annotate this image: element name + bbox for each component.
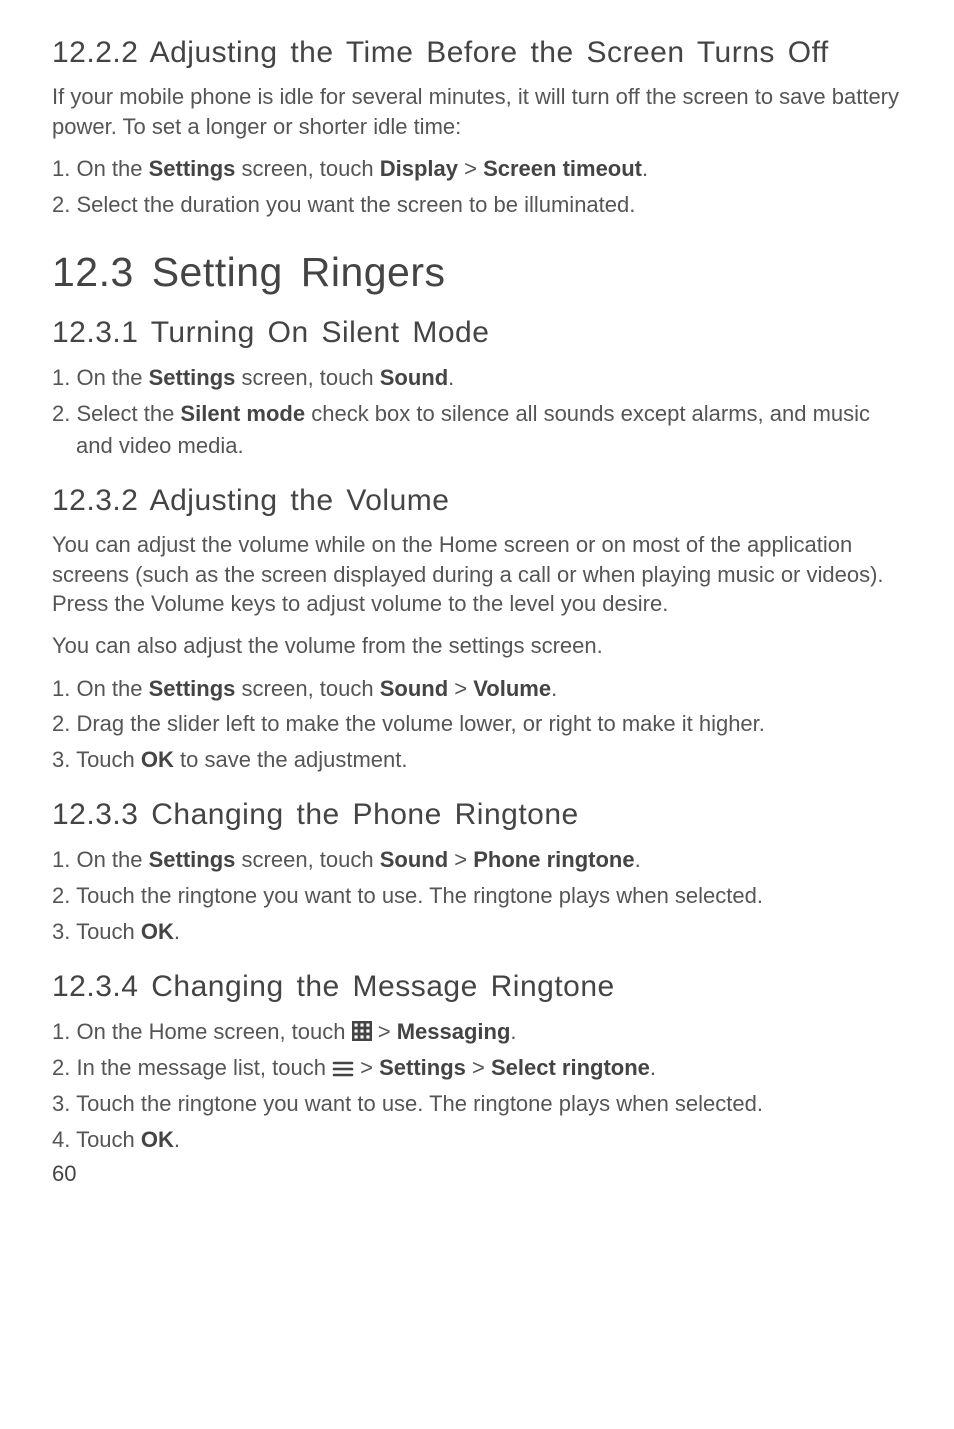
heading-12-3-2: 12.3.2 Adjusting the Volume bbox=[52, 484, 902, 518]
ui-term: OK bbox=[141, 1127, 174, 1152]
text: 4. Touch bbox=[52, 1127, 141, 1152]
ui-term: Settings bbox=[149, 365, 236, 390]
ordered-steps: 1. On the Settings screen, touch Sound >… bbox=[52, 844, 902, 948]
list-item: 2. Touch the ringtone you want to use. T… bbox=[52, 880, 902, 912]
text: 3. Touch bbox=[52, 747, 141, 772]
heading-12-3-1: 12.3.1 Turning On Silent Mode bbox=[52, 316, 902, 350]
text: > bbox=[466, 1055, 491, 1080]
list-item: 2. Select the duration you want the scre… bbox=[52, 189, 902, 221]
text: > bbox=[458, 156, 483, 181]
text: > bbox=[354, 1055, 379, 1080]
list-item: 2. Select the Silent mode check box to s… bbox=[52, 398, 902, 462]
ordered-steps: 1. On the Settings screen, touch Sound. … bbox=[52, 362, 902, 462]
heading-12-3-4: 12.3.4 Changing the Message Ringtone bbox=[52, 970, 902, 1004]
text: 1. On the bbox=[52, 365, 149, 390]
heading-12-2-2: 12.2.2 Adjusting the Time Before the Scr… bbox=[52, 36, 902, 70]
ui-term: Settings bbox=[149, 676, 236, 701]
text: . bbox=[510, 1019, 516, 1044]
list-item: 2. Drag the slider left to make the volu… bbox=[52, 708, 902, 740]
paragraph: If your mobile phone is idle for several… bbox=[52, 82, 902, 141]
list-item: 3. Touch the ringtone you want to use. T… bbox=[52, 1088, 902, 1120]
text: . bbox=[551, 676, 557, 701]
text: 1. On the bbox=[52, 847, 149, 872]
ui-term: Sound bbox=[380, 365, 448, 390]
heading-12-3: 12.3 Setting Ringers bbox=[52, 249, 902, 296]
ui-term: Settings bbox=[149, 156, 236, 181]
text: . bbox=[642, 156, 648, 181]
list-item: 1. On the Home screen, touch > Messaging… bbox=[52, 1016, 902, 1048]
ui-term: Settings bbox=[379, 1055, 466, 1080]
text: screen, touch bbox=[235, 365, 379, 390]
ui-term: Sound bbox=[380, 676, 448, 701]
text: 2. In the message list, touch bbox=[52, 1055, 332, 1080]
ui-term: Screen timeout bbox=[483, 156, 642, 181]
ui-term: Phone ringtone bbox=[473, 847, 634, 872]
text: 1. On the Home screen, touch bbox=[52, 1019, 352, 1044]
ui-term: Messaging bbox=[397, 1019, 511, 1044]
list-item: 1. On the Settings screen, touch Sound >… bbox=[52, 844, 902, 876]
text: > bbox=[372, 1019, 397, 1044]
ui-term: Silent mode bbox=[180, 401, 305, 426]
ordered-steps: 1. On the Home screen, touch > Messaging… bbox=[52, 1016, 902, 1156]
text: . bbox=[650, 1055, 656, 1080]
list-item: 3. Touch OK. bbox=[52, 916, 902, 948]
text: . bbox=[448, 365, 454, 390]
ui-term: OK bbox=[141, 747, 174, 772]
menu-icon bbox=[332, 1055, 354, 1080]
text: > bbox=[448, 676, 473, 701]
ui-term: OK bbox=[141, 919, 174, 944]
text: 1. On the bbox=[52, 156, 149, 181]
list-item: 1. On the Settings screen, touch Display… bbox=[52, 153, 902, 185]
document-page: { "colors": { "heading": "#444444", "bod… bbox=[0, 0, 954, 1429]
ordered-steps: 1. On the Settings screen, touch Display… bbox=[52, 153, 902, 221]
text: screen, touch bbox=[235, 676, 379, 701]
text: 3. Touch bbox=[52, 919, 141, 944]
text: . bbox=[174, 919, 180, 944]
text: 1. On the bbox=[52, 676, 149, 701]
ordered-steps: 1. On the Settings screen, touch Sound >… bbox=[52, 673, 902, 777]
text: to save the adjustment. bbox=[174, 747, 408, 772]
ui-term: Volume bbox=[473, 676, 551, 701]
list-item: 1. On the Settings screen, touch Sound. bbox=[52, 362, 902, 394]
paragraph: You can adjust the volume while on the H… bbox=[52, 530, 902, 619]
page-number: 60 bbox=[52, 1161, 902, 1187]
text: 2. Select the bbox=[52, 401, 180, 426]
ui-term: Settings bbox=[149, 847, 236, 872]
list-item: 3. Touch OK to save the adjustment. bbox=[52, 744, 902, 776]
apps-grid-icon bbox=[352, 1019, 372, 1044]
text: > bbox=[448, 847, 473, 872]
paragraph: You can also adjust the volume from the … bbox=[52, 631, 902, 661]
text: . bbox=[174, 1127, 180, 1152]
heading-12-3-3: 12.3.3 Changing the Phone Ringtone bbox=[52, 798, 902, 832]
text: screen, touch bbox=[235, 156, 379, 181]
list-item: 4. Touch OK. bbox=[52, 1124, 902, 1156]
ui-term: Select ringtone bbox=[491, 1055, 650, 1080]
text: screen, touch bbox=[235, 847, 379, 872]
list-item: 1. On the Settings screen, touch Sound >… bbox=[52, 673, 902, 705]
ui-term: Display bbox=[380, 156, 458, 181]
list-item: 2. In the message list, touch > Settings… bbox=[52, 1052, 902, 1084]
ui-term: Sound bbox=[380, 847, 448, 872]
text: . bbox=[635, 847, 641, 872]
